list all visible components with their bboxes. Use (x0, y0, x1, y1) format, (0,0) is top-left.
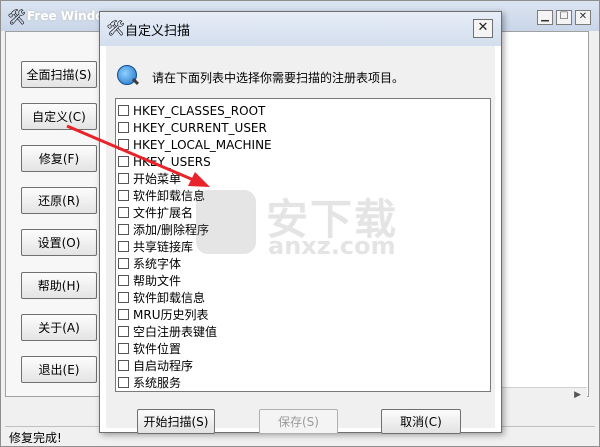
list-item-label: HKEY_CLASSES_ROOT (133, 103, 266, 118)
list-item-label: MRU历史列表 (133, 308, 209, 322)
list-item[interactable]: 共享链接库 (118, 238, 193, 255)
list-item-label: 系统服务 (133, 376, 182, 390)
list-item[interactable]: MRU历史列表 (118, 306, 208, 323)
list-item-label: 文件扩展名 (133, 206, 194, 220)
dialog-close-button[interactable]: ✕ (473, 19, 493, 38)
custom-button[interactable]: 自定义(C) (21, 103, 97, 130)
list-item[interactable]: 系统服务 (118, 374, 181, 391)
checkbox[interactable] (118, 190, 129, 201)
tools-icon: 🛠 (106, 19, 126, 37)
minimize-button[interactable]: ▁ (537, 10, 553, 25)
help-button[interactable]: 帮助(H) (21, 272, 97, 299)
instruction-text: 请在下面列表中选择你需要扫描的注册表项目。 (152, 71, 405, 85)
list-item[interactable]: 软件卸载信息 (118, 289, 205, 306)
list-item[interactable]: 自启动程序 (118, 357, 193, 374)
horizontal-scrollbar[interactable]: ▶ (501, 387, 587, 404)
list-item[interactable]: 软件卸载信息 (118, 187, 205, 204)
list-item[interactable]: 系统字体 (118, 255, 181, 272)
list-item[interactable]: HKEY_USERS (118, 153, 211, 170)
list-item[interactable]: HKEY_CLASSES_ROOT (118, 102, 265, 119)
list-item-label: 帮助文件 (133, 274, 182, 288)
cancel-button[interactable]: 取消(C) (381, 409, 461, 434)
main-close-button[interactable]: ✕ (575, 10, 591, 25)
save-button[interactable]: 保存(S) (259, 409, 338, 434)
checkbox[interactable] (118, 360, 129, 371)
scroll-right-icon[interactable]: ▶ (574, 390, 581, 400)
settings-button[interactable]: 设置(O) (21, 229, 97, 256)
checkbox[interactable] (118, 309, 129, 320)
list-item-label: HKEY_CURRENT_USER (133, 120, 267, 135)
checkbox[interactable] (118, 377, 129, 388)
list-item[interactable]: HKEY_CURRENT_USER (118, 119, 267, 136)
checkbox[interactable] (118, 105, 129, 116)
checkbox[interactable] (118, 326, 129, 337)
maximize-button[interactable]: ☐ (556, 10, 572, 25)
list-item[interactable]: 开始菜单 (118, 170, 181, 187)
tools-icon: 🛠 (7, 8, 27, 26)
list-item[interactable]: 软件位置 (118, 340, 181, 357)
list-item-label: HKEY_USERS (133, 154, 211, 169)
full-scan-button[interactable]: 全面扫描(S) (21, 61, 97, 88)
restore-button[interactable]: 还原(R) (21, 187, 97, 214)
list-item[interactable]: 空白注册表键值 (118, 323, 217, 340)
checkbox[interactable] (118, 343, 129, 354)
list-item[interactable]: 文件扩展名 (118, 204, 193, 221)
list-item-label: HKEY_LOCAL_MACHINE (133, 137, 272, 152)
checkbox[interactable] (118, 173, 129, 184)
custom-scan-dialog: 🛠 自定义扫描 ✕ 请在下面列表中选择你需要扫描的注册表项目。 HKEY_CLA… (99, 11, 502, 434)
status-text: 修复完成! (9, 431, 62, 445)
magnifier-icon (117, 65, 137, 85)
registry-items-list[interactable]: HKEY_CLASSES_ROOT HKEY_CURRENT_USER HKEY_L… (115, 98, 491, 392)
checkbox[interactable] (118, 224, 129, 235)
checkbox[interactable] (118, 292, 129, 303)
list-item[interactable]: 添加/删除程序 (118, 221, 209, 238)
list-item-label: 软件位置 (133, 342, 182, 356)
list-item-label: 自启动程序 (133, 359, 194, 373)
list-item-label: 软件卸载信息 (133, 189, 206, 203)
list-item-label: 共享链接库 (133, 240, 194, 254)
checkbox[interactable] (118, 241, 129, 252)
list-item[interactable]: 帮助文件 (118, 272, 181, 289)
checkbox[interactable] (118, 122, 129, 133)
checkbox[interactable] (118, 275, 129, 286)
checkbox[interactable] (118, 258, 129, 269)
checkbox[interactable] (118, 139, 129, 150)
dialog-title-bar[interactable]: 🛠 自定义扫描 ✕ (100, 12, 501, 46)
list-item-label: 软件卸载信息 (133, 291, 206, 305)
start-scan-button[interactable]: 开始扫描(S) (137, 409, 215, 434)
about-button[interactable]: 关于(A) (21, 314, 97, 341)
repair-button[interactable]: 修复(F) (21, 145, 97, 172)
exit-button[interactable]: 退出(E) (21, 356, 97, 383)
list-item-label: 开始菜单 (133, 172, 182, 186)
results-pane[interactable] (501, 31, 589, 397)
list-item-label: 系统字体 (133, 257, 182, 271)
dialog-title: 自定义扫描 (125, 24, 191, 39)
checkbox[interactable] (118, 207, 129, 218)
list-item-label: 添加/删除程序 (133, 223, 210, 237)
list-item-label: 空白注册表键值 (133, 325, 218, 339)
list-item[interactable]: HKEY_LOCAL_MACHINE (118, 136, 272, 153)
checkbox[interactable] (118, 156, 129, 167)
